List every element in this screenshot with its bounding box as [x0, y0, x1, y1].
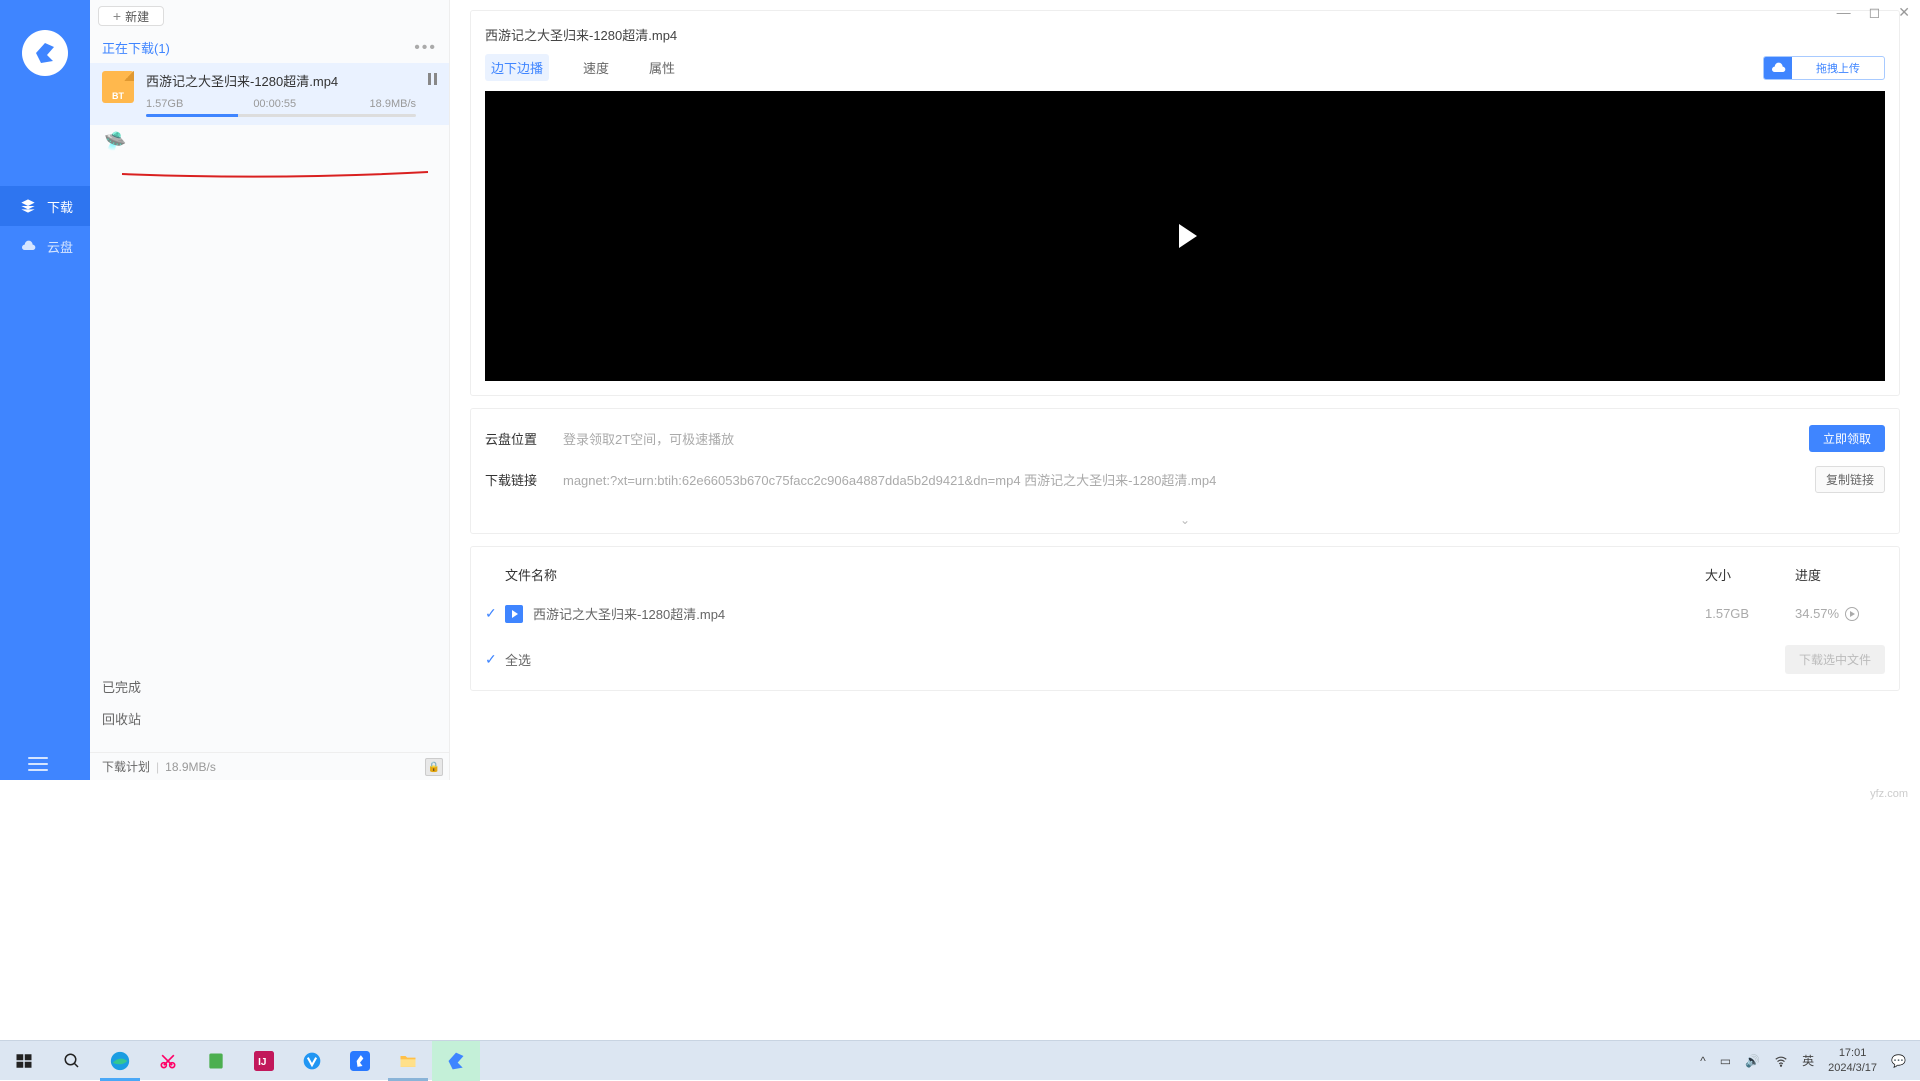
separator: |	[156, 760, 159, 774]
sidebar-item-cloud[interactable]: 云盘	[0, 226, 90, 266]
tray-volume-icon[interactable]: 🔊	[1745, 1054, 1760, 1068]
taskbar-app-snip[interactable]	[144, 1041, 192, 1081]
section-title: 正在下载(1)	[102, 38, 170, 57]
table-header: 文件名称 大小 进度	[485, 559, 1885, 596]
cloud-upload-icon	[1764, 57, 1792, 79]
download-item[interactable]: BT 西游记之大圣归来-1280超清.mp4 1.57GB 00:00:55 1…	[90, 63, 449, 125]
file-title: 西游记之大圣归来-1280超清.mp4	[471, 11, 1899, 54]
new-button-label: 新建	[125, 8, 149, 25]
taskbar-app-explorer[interactable]	[384, 1041, 432, 1081]
sidebar: 下载 云盘	[0, 0, 90, 780]
minimize-button[interactable]: —	[1837, 4, 1851, 21]
sidebar-item-download[interactable]: 下载	[0, 186, 90, 226]
svg-text:IJ: IJ	[258, 1057, 266, 1068]
taskbar-search-button[interactable]	[48, 1041, 96, 1081]
col-progress: 进度	[1795, 565, 1885, 584]
tabs-row: 边下边播 速度 属性 拖拽上传	[471, 54, 1899, 91]
table-row[interactable]: ✓ 西游记之大圣归来-1280超清.mp4 1.57GB 34.57%	[485, 596, 1885, 631]
drag-upload-button[interactable]: 拖拽上传	[1763, 56, 1885, 80]
maximize-button[interactable]: ◻	[1869, 4, 1881, 21]
taskbar: IJ ^ ▭ 🔊 英 17:01 2024/3/17 💬	[0, 1040, 1920, 1080]
download-eta: 00:00:55	[253, 98, 296, 110]
select-all-label: 全选	[505, 650, 531, 669]
download-name: 西游记之大圣归来-1280超清.mp4	[146, 71, 416, 90]
row-checkbox[interactable]: ✓	[485, 605, 505, 622]
taskbar-app-notes[interactable]	[192, 1041, 240, 1081]
download-size: 1.57GB	[146, 98, 183, 110]
download-list-panel: + 新建 正在下载(1) ••• BT 西游记之大圣归来-1280超清.mp4 …	[90, 0, 450, 780]
ufo-icon: 🛸	[104, 131, 449, 152]
tab-play-while-download[interactable]: 边下边播	[485, 54, 549, 81]
bottom-links: 已完成 回收站	[102, 672, 141, 736]
row-size: 1.57GB	[1705, 606, 1795, 621]
detail-panel: — ◻ ✕ 西游记之大圣归来-1280超清.mp4 边下边播 速度 属性 拖拽上…	[450, 0, 1920, 780]
app-logo	[22, 30, 68, 76]
video-file-icon	[505, 605, 523, 623]
tray-ime[interactable]: 英	[1802, 1052, 1814, 1069]
download-link-label: 下载链接	[485, 470, 545, 489]
tray-battery-icon[interactable]: ▭	[1720, 1054, 1731, 1068]
menu-icon[interactable]	[28, 753, 48, 775]
cloud-location-hint: 登录领取2T空间，可极速播放	[563, 429, 1791, 448]
lock-icon[interactable]: 🔒	[425, 758, 443, 776]
play-circle-icon[interactable]	[1845, 607, 1859, 621]
progress-bar	[146, 114, 416, 117]
row-progress: 34.57%	[1795, 606, 1885, 621]
tray-clock[interactable]: 17:01 2024/3/17	[1828, 1046, 1877, 1075]
claim-button[interactable]: 立即领取	[1809, 425, 1885, 452]
taskbar-app-thunder[interactable]	[336, 1041, 384, 1081]
tray-notifications-icon[interactable]: 💬	[1891, 1054, 1906, 1068]
col-size: 大小	[1705, 565, 1795, 584]
tray-date: 2024/3/17	[1828, 1061, 1877, 1075]
tab-speed[interactable]: 速度	[577, 54, 615, 81]
start-button[interactable]	[0, 1041, 48, 1081]
taskbar-app-ide[interactable]: IJ	[240, 1041, 288, 1081]
info-panel: 云盘位置 登录领取2T空间，可极速播放 立即领取 下载链接 magnet:?xt…	[470, 408, 1900, 534]
taskbar-app-current[interactable]	[432, 1041, 480, 1081]
sidebar-item-label: 云盘	[47, 237, 73, 256]
watermark: yfz.com	[1870, 788, 1908, 800]
video-player[interactable]	[485, 91, 1885, 381]
tray-wifi-icon[interactable]	[1774, 1054, 1788, 1068]
upload-label: 拖拽上传	[1792, 60, 1884, 76]
plan-speed: 18.9MB/s	[165, 760, 216, 774]
sidebar-item-label: 下载	[47, 197, 73, 216]
taskbar-app-v[interactable]	[288, 1041, 336, 1081]
player-panel: 西游记之大圣归来-1280超清.mp4 边下边播 速度 属性 拖拽上传	[470, 10, 1900, 396]
link-trash[interactable]: 回收站	[102, 704, 141, 736]
more-icon[interactable]: •••	[414, 39, 437, 57]
download-info: 西游记之大圣归来-1280超清.mp4 1.57GB 00:00:55 18.9…	[146, 71, 416, 125]
plan-label: 下载计划	[102, 758, 150, 775]
cloud-location-label: 云盘位置	[485, 429, 545, 448]
tab-properties[interactable]: 属性	[643, 54, 681, 81]
pause-button[interactable]	[428, 71, 437, 125]
progress-fill	[146, 114, 238, 117]
play-icon	[1179, 224, 1197, 248]
cloud-icon	[20, 238, 36, 254]
taskbar-app-edge[interactable]	[96, 1041, 144, 1081]
new-button[interactable]: + 新建	[98, 6, 164, 26]
tray-time: 17:01	[1828, 1046, 1877, 1060]
tray-chevron-icon[interactable]: ^	[1700, 1054, 1706, 1068]
close-button[interactable]: ✕	[1898, 4, 1910, 21]
col-name: 文件名称	[485, 565, 1705, 584]
plus-icon: +	[113, 8, 121, 24]
download-link-value: magnet:?xt=urn:btih:62e66053b670c75facc2…	[563, 470, 1797, 489]
copy-link-button[interactable]: 复制链接	[1815, 466, 1885, 493]
window-controls: — ◻ ✕	[1837, 4, 1910, 21]
download-speed: 18.9MB/s	[370, 98, 416, 110]
select-all-checkbox[interactable]: ✓	[485, 651, 505, 668]
bt-folder-icon: BT	[102, 71, 134, 103]
download-icon	[20, 198, 36, 214]
link-completed[interactable]: 已完成	[102, 672, 141, 704]
download-selected-button[interactable]: 下载选中文件	[1785, 645, 1885, 674]
file-table-panel: 文件名称 大小 进度 ✓ 西游记之大圣归来-1280超清.mp4 1.57GB …	[470, 546, 1900, 691]
annotation-underline	[120, 170, 429, 180]
chevron-down-icon[interactable]: ⌄	[471, 513, 1899, 533]
row-filename: 西游记之大圣归来-1280超清.mp4	[533, 604, 1705, 623]
section-header: 正在下载(1) •••	[90, 32, 449, 63]
plan-bar: 下载计划 | 18.9MB/s 🔒	[90, 752, 449, 780]
